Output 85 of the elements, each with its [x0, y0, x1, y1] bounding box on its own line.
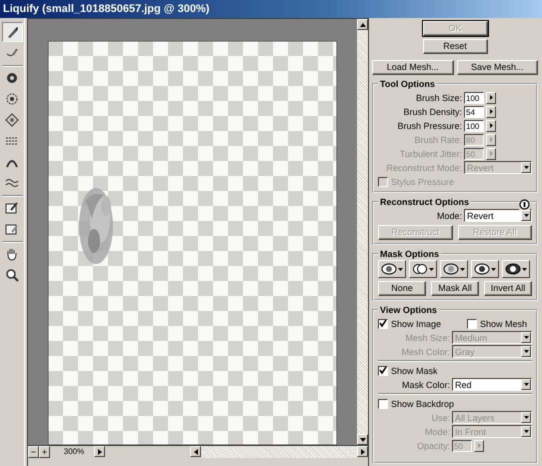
caret-icon: [524, 350, 528, 353]
field-label: Mode:: [424, 426, 451, 436]
checkbox[interactable]: [467, 318, 478, 328]
left-arrow-icon: [194, 448, 198, 454]
checkbox-label: Stylus Pressure: [391, 176, 454, 186]
right-arrow-icon: [490, 95, 492, 100]
slider-button[interactable]: [486, 148, 496, 160]
zoom-menu-button[interactable]: [94, 446, 105, 457]
caret-icon: [398, 268, 403, 270]
right-arrow-icon: [478, 443, 480, 448]
load-mesh-button[interactable]: Load Mesh...: [372, 60, 454, 75]
group-title: Tool Options: [379, 79, 436, 89]
field-label: Opacity:: [416, 440, 451, 450]
field-label: Brush Size:: [414, 92, 463, 102]
field-label: Brush Pressure:: [396, 120, 463, 130]
field-label: Mesh Size:: [404, 332, 451, 342]
mask-mode-button[interactable]: [502, 260, 530, 278]
slider-button[interactable]: [486, 106, 496, 118]
checkbox-label: Show Backdrop: [391, 398, 454, 408]
field-label: Mask Color:: [400, 380, 451, 390]
slider-button[interactable]: [474, 440, 484, 452]
zoom-field[interactable]: 300%: [54, 446, 94, 458]
field-label: Brush Density:: [402, 106, 463, 116]
number-field[interactable]: 54: [464, 106, 484, 118]
field-label: Reconstruct Mode:: [385, 162, 463, 172]
checkbox-label: Show Mask: [391, 366, 438, 376]
down-arrow-icon: [360, 438, 366, 442]
field-label: Use:: [430, 412, 451, 422]
checkbox-label: Show Mesh: [480, 318, 528, 328]
caret-icon: [491, 268, 496, 270]
caret-icon: [522, 268, 527, 270]
window-title: Liquify (small_1018850657.jpg @ 300%): [0, 0, 542, 18]
zoom-icon: [5, 268, 19, 282]
none-button[interactable]: None: [378, 281, 426, 296]
zoom-in-button[interactable]: +: [39, 446, 50, 458]
invert-all-button[interactable]: Invert All: [484, 281, 532, 296]
reset-button[interactable]: Reset: [422, 39, 488, 54]
tool-button[interactable]: [2, 22, 22, 42]
check-icon: [379, 320, 387, 327]
info-icon: [519, 199, 530, 210]
field-label: Turbulent Jitter:: [398, 148, 463, 158]
checkbox[interactable]: [378, 318, 388, 328]
slider-button[interactable]: [486, 134, 496, 146]
right-arrow-icon: [360, 448, 364, 454]
caret-icon: [524, 383, 528, 386]
caret-icon: [429, 268, 434, 270]
right-arrow-icon: [490, 109, 492, 114]
slider-button[interactable]: [486, 92, 496, 104]
caret-icon: [524, 166, 528, 169]
number-field[interactable]: 100: [464, 120, 484, 132]
group-title: Reconstruct Options: [379, 197, 470, 207]
checkbox[interactable]: [378, 366, 388, 376]
right-arrow-icon: [490, 123, 492, 128]
caret-icon: [524, 430, 528, 433]
check-icon: [379, 367, 387, 374]
caret-icon: [524, 214, 528, 217]
checkbox[interactable]: [378, 398, 388, 408]
slider-button[interactable]: [486, 120, 496, 132]
field-label: Brush Rate:: [413, 134, 463, 144]
dropdown[interactable]: Red: [452, 378, 532, 391]
caret-icon: [524, 336, 528, 339]
checkbox-label: Show Image: [391, 318, 442, 328]
right-arrow-icon: [490, 137, 492, 142]
right-arrow-icon: [98, 448, 102, 454]
group-title: Mask Options: [379, 249, 440, 259]
up-arrow-icon: [360, 22, 366, 26]
caret-icon: [460, 268, 465, 270]
group-title: View Options: [379, 305, 438, 315]
mask-mode-button[interactable]: [440, 260, 468, 278]
scrollbar[interactable]: [190, 446, 368, 458]
caret-icon: [524, 416, 528, 419]
brush-icon: [5, 25, 19, 39]
dropdown[interactable]: Revert: [464, 209, 532, 222]
field-label: Mesh Color:: [400, 346, 451, 356]
right-arrow-icon: [490, 151, 492, 156]
save-mesh-button[interactable]: Save Mesh...: [456, 60, 538, 75]
number-field[interactable]: 100: [464, 92, 484, 104]
mask-mode-button[interactable]: [471, 260, 499, 278]
mask-all-button[interactable]: Mask All: [431, 281, 479, 296]
field-label: Mode:: [436, 210, 463, 220]
hand-icon: [5, 247, 19, 261]
mask-mode-button[interactable]: [378, 260, 406, 278]
mask-mode-button[interactable]: [409, 260, 437, 278]
zoom-out-button[interactable]: −: [28, 446, 39, 458]
scrollbar[interactable]: [357, 19, 368, 445]
